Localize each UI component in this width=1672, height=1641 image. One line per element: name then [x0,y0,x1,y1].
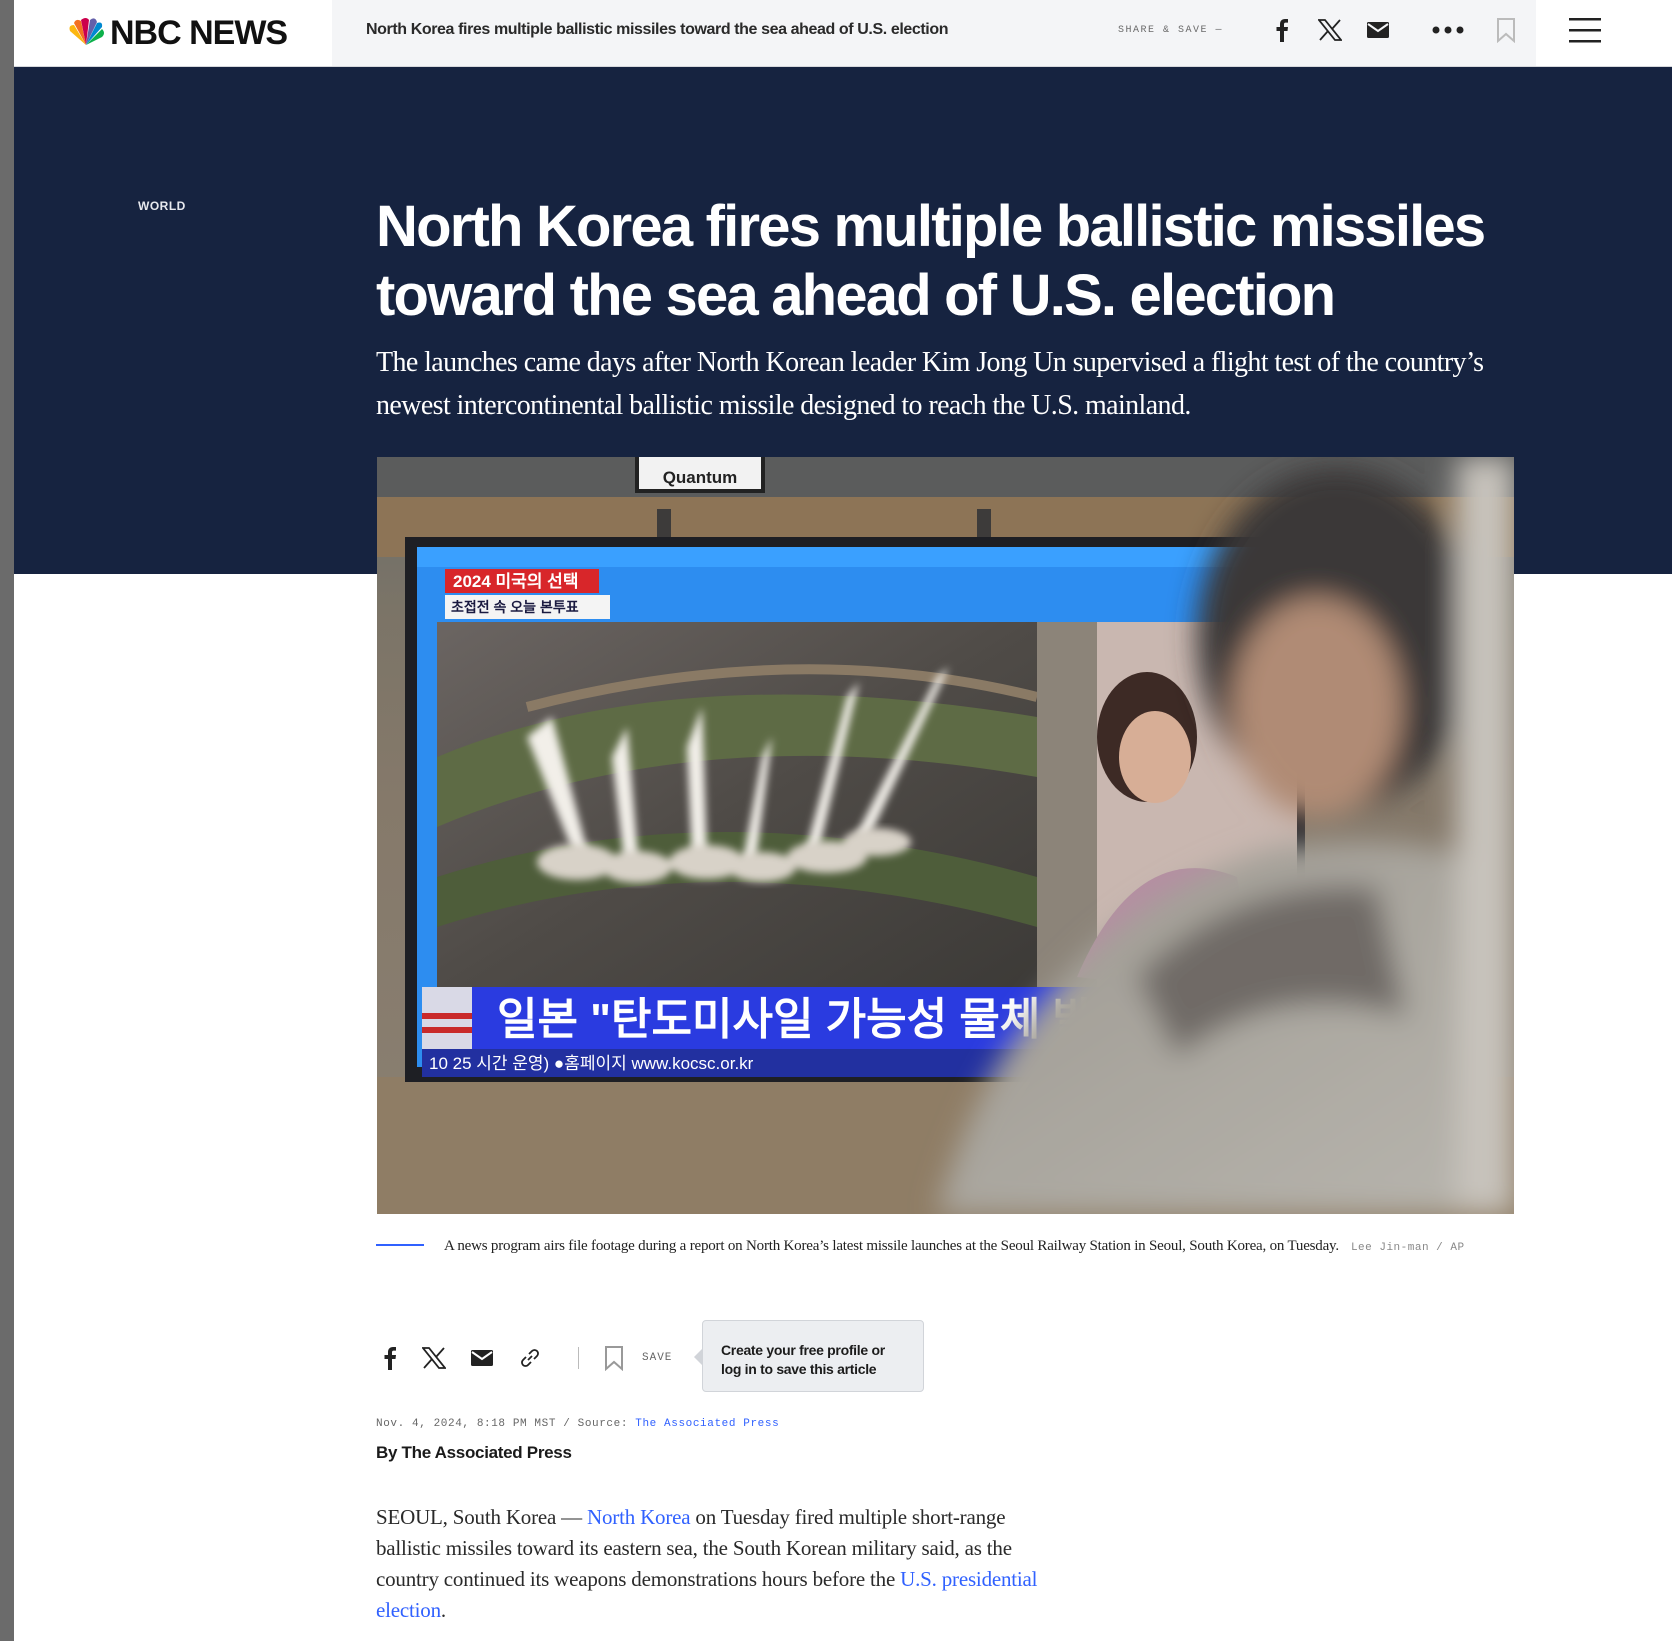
logo-underline [14,63,140,66]
top-nav: NBC NEWS North Korea fires multiple ball… [14,0,1672,67]
save-bookmark-icon[interactable] [600,1344,628,1372]
tv-crawl: 10 25 시간 운영) ●홈페이지 www.kocsc.or.kr [429,1054,754,1073]
body-text-segment: SEOUL, South Korea — [376,1505,588,1529]
save-tooltip: Create your free profile or log in to sa… [694,1320,924,1392]
article-page: NBC NEWS North Korea fires multiple ball… [14,0,1672,1641]
section-label[interactable]: WORLD [138,199,186,213]
caption-credit: Lee Jin-man / AP [1350,1242,1465,1254]
x-icon[interactable] [1316,14,1344,46]
store-sign-text: Quantum [663,468,738,487]
menu-icon[interactable] [1568,14,1602,46]
more-icon[interactable] [1430,14,1466,46]
nav-article-title: North Korea fires multiple ballistic mis… [366,21,949,38]
share-save-label: SHARE & SAVE — [1118,25,1224,36]
tv-subbanner: 초접전 속 오늘 본투표 [451,599,579,615]
email-share-icon[interactable] [468,1344,496,1372]
logo-link[interactable]: NBC NEWS [14,0,332,66]
article-dek: The launches came days after North Korea… [376,347,1484,421]
tv-banner: 2024 미국의 선택 [453,572,578,591]
byline: By The Associated Press [376,1443,572,1462]
body-text-segment: . [440,1598,446,1622]
x-share-icon[interactable] [420,1344,448,1372]
photo-caption: A news program airs file footage during … [376,1234,1516,1260]
caption-text: A news program airs file footage during … [444,1238,1339,1254]
facebook-share-icon[interactable] [376,1344,404,1372]
menu-area [1536,0,1672,66]
logo-text: NBC NEWS [110,14,288,52]
publish-date: Nov. 4, 2024, 8:18 PM MST / Source: [376,1418,636,1430]
peacock-icon [69,18,104,45]
share-divider [578,1347,579,1369]
tv-ticker: 일본 "탄도미사일 가능성 물체 발 [497,995,1093,1044]
email-icon[interactable] [1364,14,1392,46]
article-headline: North Korea fires multiple ballistic mis… [376,194,1486,328]
caption-accent-line [376,1244,424,1247]
share-bar: SAVE Create your free profile or log in … [376,1320,976,1392]
copy-link-icon[interactable] [516,1344,544,1372]
north-korea-link[interactable]: North Korea [587,1505,691,1529]
article-photo: Quantum 2024 미국의 선택 초접전 속 오늘 본투표 일본 "탄도미… [377,457,1514,1214]
article-meta: Nov. 4, 2024, 8:18 PM MST / Source: The … [376,1418,779,1430]
source-link[interactable]: The Associated Press [635,1418,779,1430]
facebook-icon[interactable] [1270,14,1294,46]
body-paragraph: SEOUL, South Korea — North Korea on Tues… [376,1502,1046,1626]
save-label[interactable]: SAVE [642,1352,672,1364]
bookmark-icon[interactable] [1494,14,1518,46]
